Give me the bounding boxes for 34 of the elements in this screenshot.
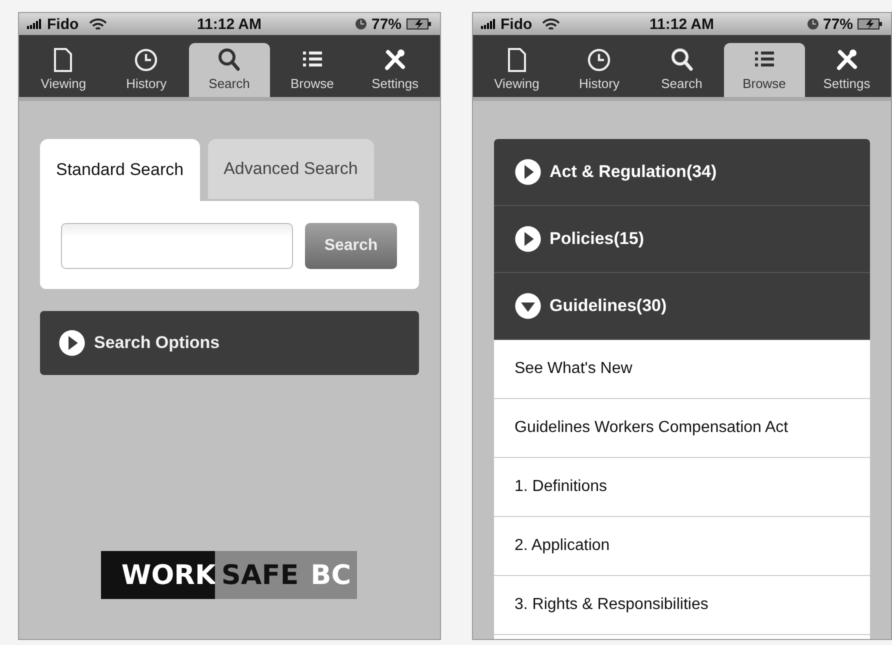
category-header[interactable]: Act & Regulation(34) bbox=[494, 139, 870, 206]
search-icon bbox=[216, 47, 242, 73]
tab-bar-item[interactable]: Browse bbox=[272, 43, 353, 97]
wifi-icon bbox=[88, 18, 107, 30]
battery-percent: 77% bbox=[822, 16, 854, 32]
tab-bar-item[interactable]: Settings bbox=[806, 43, 887, 97]
tab-bar-item[interactable]: History bbox=[106, 43, 187, 97]
battery-percent: 77% bbox=[371, 16, 402, 32]
tab-bar-item[interactable]: History bbox=[559, 43, 640, 97]
search-options-header[interactable]: Search Options bbox=[40, 311, 418, 375]
tab-bar-item[interactable]: Settings bbox=[354, 43, 436, 97]
wifi-icon bbox=[542, 18, 560, 30]
signal-icon bbox=[480, 19, 496, 29]
category-header[interactable]: Policies(15) bbox=[494, 206, 870, 273]
status-time: 11:12 AM bbox=[197, 16, 262, 32]
status-time: 11:12 AM bbox=[650, 16, 714, 32]
carrier-name: Fido bbox=[500, 16, 532, 32]
tab-bar-item[interactable]: Search bbox=[642, 43, 722, 97]
signal-icon bbox=[27, 19, 43, 29]
tab-bar-item[interactable]: Search bbox=[188, 43, 270, 97]
clock-icon bbox=[133, 47, 160, 73]
battery-icon bbox=[406, 18, 432, 30]
tab-bar-item[interactable]: Viewing bbox=[476, 43, 557, 97]
search-tab[interactable]: Advanced Search bbox=[208, 139, 374, 199]
carrier-name: Fido bbox=[47, 16, 79, 32]
battery-icon bbox=[857, 18, 884, 30]
clock-icon bbox=[586, 47, 612, 73]
search-icon bbox=[668, 47, 695, 73]
tab-bar-item[interactable]: Viewing bbox=[23, 43, 104, 97]
tab-bar-item[interactable]: Browse bbox=[724, 43, 804, 97]
search-field[interactable] bbox=[61, 223, 293, 269]
category-header[interactable]: Guidelines(30) bbox=[494, 273, 870, 340]
search-tab[interactable]: Standard Search bbox=[40, 139, 200, 201]
logo: WORK SAFE BC bbox=[101, 551, 358, 599]
